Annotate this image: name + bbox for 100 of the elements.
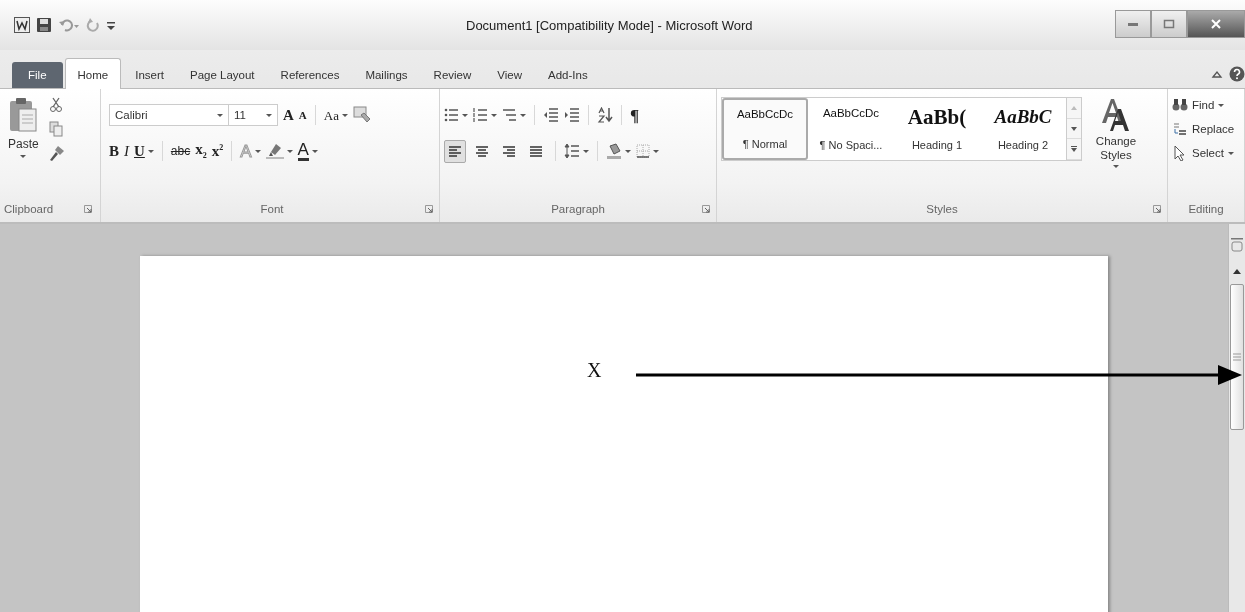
group-label: Font [260, 203, 284, 215]
dialog-launcher-icon[interactable] [84, 205, 92, 213]
subscript-button[interactable]: x$_{2}$ [195, 142, 207, 160]
multilevel-list-icon[interactable] [502, 107, 517, 123]
font-size-field[interactable]: 11 [228, 104, 278, 126]
ribbon-tab[interactable]: Home [64, 58, 122, 89]
show-formatting-button[interactable]: ¶ [630, 106, 640, 124]
superscript-button[interactable]: x$^{2}$ [211, 143, 224, 159]
numbering-icon[interactable] [473, 107, 488, 123]
scrollbar[interactable] [1228, 224, 1245, 612]
close-button[interactable] [1187, 10, 1245, 38]
bullets-icon[interactable] [444, 107, 459, 123]
caret-icon[interactable] [311, 149, 318, 153]
align-icon [447, 143, 463, 159]
save-icon[interactable] [36, 17, 52, 33]
caret-icon[interactable] [1227, 151, 1234, 155]
underline-button[interactable]: U [134, 143, 145, 159]
up-arrow-icon [1071, 105, 1077, 110]
dialog-launcher-icon[interactable] [1153, 205, 1161, 213]
app-icon[interactable] [14, 17, 30, 33]
caret-icon[interactable] [520, 113, 526, 117]
caret-icon[interactable] [254, 149, 261, 153]
group-label: Editing [1188, 203, 1224, 215]
shading-icon[interactable] [606, 143, 622, 159]
caret-icon[interactable] [1113, 164, 1119, 168]
down-arrow-icon [1071, 126, 1077, 131]
ribbon-tab[interactable]: Add-Ins [536, 62, 600, 88]
ribbon-tab[interactable]: References [268, 62, 352, 88]
style-item[interactable]: AaBbC Heading 2 [980, 98, 1066, 160]
align-left-button[interactable] [444, 139, 466, 163]
align-icon [501, 143, 517, 159]
format-painter-icon[interactable] [48, 145, 65, 161]
grow-font-button[interactable]: A [283, 107, 294, 123]
scroll-thumb[interactable] [1230, 284, 1244, 430]
style-item[interactable]: AaBb( Heading 1 [894, 98, 980, 160]
minimize-icon[interactable] [1127, 20, 1139, 28]
change-case-button[interactable]: Aa [323, 108, 339, 122]
cut-icon[interactable] [48, 97, 63, 113]
align-icon [528, 143, 544, 159]
increase-indent-icon[interactable] [564, 107, 580, 123]
ribbon-tab[interactable]: Mailings [353, 62, 420, 88]
find-button[interactable]: Find [1172, 95, 1240, 115]
group-label: Paragraph [551, 203, 605, 215]
close-icon[interactable] [1210, 19, 1222, 29]
scroll-down-button[interactable] [1067, 118, 1081, 140]
grip-icon [1233, 353, 1241, 361]
italic-button[interactable]: I [124, 143, 129, 159]
file-tab[interactable]: File [12, 62, 63, 88]
minimize-button[interactable] [1115, 10, 1151, 38]
caret-icon[interactable] [20, 155, 27, 158]
maximize-button[interactable] [1151, 10, 1187, 38]
group-label: Clipboard [4, 203, 54, 215]
shrink-font-button[interactable]: A [298, 109, 307, 121]
line-spacing-icon[interactable] [564, 143, 580, 159]
decrease-indent-icon[interactable] [543, 107, 559, 123]
caret-icon[interactable] [147, 149, 154, 153]
collapse-ribbon-icon[interactable] [1211, 69, 1223, 79]
font-name-field[interactable]: Calibri [109, 104, 229, 126]
ruler-icon[interactable] [1230, 238, 1244, 252]
clear-formatting-icon[interactable] [352, 106, 371, 124]
font-color-button[interactable]: A [297, 141, 309, 161]
binoculars-icon [1172, 97, 1188, 113]
paste-button[interactable]: Paste [4, 95, 43, 196]
replace-button[interactable]: Replace [1172, 119, 1240, 139]
strikethrough-button[interactable]: abc [170, 145, 191, 157]
ribbon-tab[interactable]: View [485, 62, 534, 88]
style-item[interactable]: AaBbCcDc ¶ Normal [722, 98, 808, 160]
group-label: Styles [926, 203, 958, 215]
replace-icon [1172, 121, 1188, 137]
caret-icon[interactable] [341, 113, 348, 117]
align-icon [474, 143, 490, 159]
style-item[interactable]: AaBbCcDc ¶ No Spaci... [808, 98, 894, 160]
up-arrow-icon [1233, 268, 1241, 274]
maximize-icon[interactable] [1163, 19, 1175, 29]
clipboard-icon[interactable] [8, 97, 39, 133]
caret-icon[interactable] [286, 149, 293, 153]
borders-icon[interactable] [636, 144, 650, 158]
bold-button[interactable]: B [109, 143, 119, 159]
ribbon-tab[interactable]: Review [421, 62, 484, 88]
dialog-launcher-icon[interactable] [702, 205, 710, 213]
font-styles-icon [1100, 97, 1132, 133]
more-icon [1071, 146, 1077, 153]
highlighter-icon[interactable] [265, 143, 284, 159]
dialog-launcher-icon[interactable] [425, 205, 433, 213]
caret-icon[interactable] [266, 113, 272, 117]
document-text: X [587, 359, 602, 382]
ribbon-tab[interactable]: Insert [123, 62, 176, 88]
caret-icon[interactable] [625, 149, 631, 153]
caret-icon[interactable] [491, 113, 497, 117]
caret-icon[interactable] [583, 149, 589, 153]
caret-icon[interactable] [217, 113, 223, 117]
caret-icon[interactable] [1218, 103, 1225, 107]
select-button[interactable]: Select [1172, 143, 1240, 163]
change-styles-button[interactable]: Change Styles [1082, 97, 1146, 168]
ribbon-tab[interactable]: Page Layout [178, 62, 267, 88]
caret-icon[interactable] [653, 149, 659, 153]
caret-icon[interactable] [462, 113, 468, 117]
help-icon[interactable] [1229, 66, 1245, 82]
undo-icon[interactable] [58, 17, 80, 33]
sort-icon[interactable] [597, 107, 613, 123]
